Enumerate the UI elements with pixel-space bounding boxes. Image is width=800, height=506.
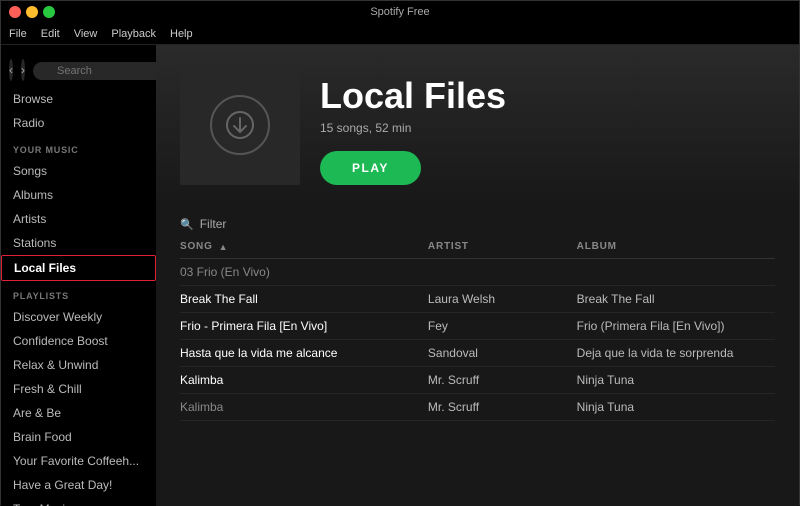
play-button[interactable]: PLAY	[320, 151, 421, 185]
track-song-0: 03 Frio (En Vivo)	[180, 265, 428, 279]
menu-help[interactable]: Help	[170, 28, 193, 40]
sidebar-item-songs[interactable]: Songs	[1, 159, 156, 183]
track-row[interactable]: Frio - Primera Fila [En Vivo] Fey Frio (…	[180, 313, 775, 340]
track-song-5: Kalimba	[180, 400, 428, 414]
app-body: ‹ › 🔍 UPGRADE Browse Radio YOUR MUSIC So…	[1, 45, 799, 506]
track-artist-3: Sandoval	[428, 346, 577, 360]
sidebar-item-fresh-chill[interactable]: Fresh & Chill	[1, 377, 156, 401]
forward-button[interactable]: ›	[21, 59, 25, 81]
track-album-4: Ninja Tuna	[577, 373, 775, 387]
track-list-header: SONG ▲ ARTIST ALBUM	[180, 237, 775, 259]
menu-edit[interactable]: Edit	[41, 28, 60, 40]
filter-label: Filter	[200, 217, 227, 231]
track-artist-2: Fey	[428, 319, 577, 333]
search-wrapper: 🔍	[33, 61, 156, 80]
track-row[interactable]: Kalimba Mr. Scruff Ninja Tuna	[180, 367, 775, 394]
album-art-icon	[210, 95, 270, 155]
track-artist-5: Mr. Scruff	[428, 400, 577, 414]
track-album-2: Frio (Primera Fila [En Vivo])	[577, 319, 775, 333]
sidebar-item-your-favorite[interactable]: Your Favorite Coffeeh...	[1, 449, 156, 473]
title-bar: Spotify Free	[1, 1, 799, 23]
search-input[interactable]	[33, 62, 156, 80]
sidebar-item-albums[interactable]: Albums	[1, 183, 156, 207]
sidebar-item-radio[interactable]: Radio	[1, 111, 156, 135]
track-artist-1: Laura Welsh	[428, 292, 577, 306]
header-subtitle: 15 songs, 52 min	[320, 121, 775, 135]
minimize-button[interactable]	[26, 6, 38, 18]
menu-bar: File Edit View Playback Help	[1, 23, 799, 45]
sidebar-item-brain-food[interactable]: Brain Food	[1, 425, 156, 449]
track-artist-4: Mr. Scruff	[428, 373, 577, 387]
sidebar-item-have-great-day[interactable]: Have a Great Day!	[1, 473, 156, 497]
menu-view[interactable]: View	[74, 28, 98, 40]
track-row[interactable]: Kalimba Mr. Scruff Ninja Tuna	[180, 394, 775, 421]
sort-icon: ▲	[219, 242, 229, 252]
header-info: Local Files 15 songs, 52 min PLAY	[320, 75, 775, 185]
column-artist-header: ARTIST	[428, 241, 577, 252]
sidebar-item-discover-weekly[interactable]: Discover Weekly	[1, 305, 156, 329]
sidebar-item-stations[interactable]: Stations	[1, 231, 156, 255]
main-content: Local Files 15 songs, 52 min PLAY 🔍 Filt…	[156, 45, 799, 506]
top-nav-bar: ‹ › 🔍 UPGRADE	[1, 53, 156, 87]
filter-bar[interactable]: 🔍 Filter	[156, 205, 799, 237]
track-row[interactable]: Break The Fall Laura Welsh Break The Fal…	[180, 286, 775, 313]
your-music-section-label: YOUR MUSIC	[1, 135, 156, 159]
sidebar-item-confidence-boost[interactable]: Confidence Boost	[1, 329, 156, 353]
sidebar-item-relax-unwind[interactable]: Relax & Unwind	[1, 353, 156, 377]
window-controls[interactable]	[9, 6, 55, 18]
track-rows-container: 03 Frio (En Vivo) Break The Fall Laura W…	[180, 259, 775, 421]
sidebar-item-artists[interactable]: Artists	[1, 207, 156, 231]
track-album-1: Break The Fall	[577, 292, 775, 306]
filter-icon: 🔍	[180, 218, 194, 231]
sidebar: ‹ › 🔍 UPGRADE Browse Radio YOUR MUSIC So…	[1, 45, 156, 506]
content-header: Local Files 15 songs, 52 min PLAY	[156, 45, 799, 205]
sidebar-item-browse[interactable]: Browse	[1, 87, 156, 111]
app-title: Spotify Free	[370, 6, 429, 18]
track-album-3: Deja que la vida te sorprenda	[577, 346, 775, 360]
playlists-section-label: PLAYLISTS	[1, 281, 156, 305]
track-list: SONG ▲ ARTIST ALBUM 03 Frio (En Vivo) Br…	[156, 237, 799, 421]
column-song-header: SONG ▲	[180, 241, 428, 252]
track-row[interactable]: 03 Frio (En Vivo)	[180, 259, 775, 286]
menu-file[interactable]: File	[9, 28, 27, 40]
track-album-5: Ninja Tuna	[577, 400, 775, 414]
menu-playback[interactable]: Playback	[111, 28, 156, 40]
sidebar-item-local-files[interactable]: Local Files	[1, 255, 156, 281]
album-art	[180, 65, 300, 185]
close-button[interactable]	[9, 6, 21, 18]
track-song-2: Frio - Primera Fila [En Vivo]	[180, 319, 428, 333]
track-row[interactable]: Hasta que la vida me alcance Sandoval De…	[180, 340, 775, 367]
maximize-button[interactable]	[43, 6, 55, 18]
page-title: Local Files	[320, 75, 775, 117]
track-song-1: Break The Fall	[180, 292, 428, 306]
back-button[interactable]: ‹	[9, 59, 13, 81]
track-song-4: Kalimba	[180, 373, 428, 387]
track-song-3: Hasta que la vida me alcance	[180, 346, 428, 360]
sidebar-item-are-be[interactable]: Are & Be	[1, 401, 156, 425]
column-album-header: ALBUM	[577, 241, 775, 252]
